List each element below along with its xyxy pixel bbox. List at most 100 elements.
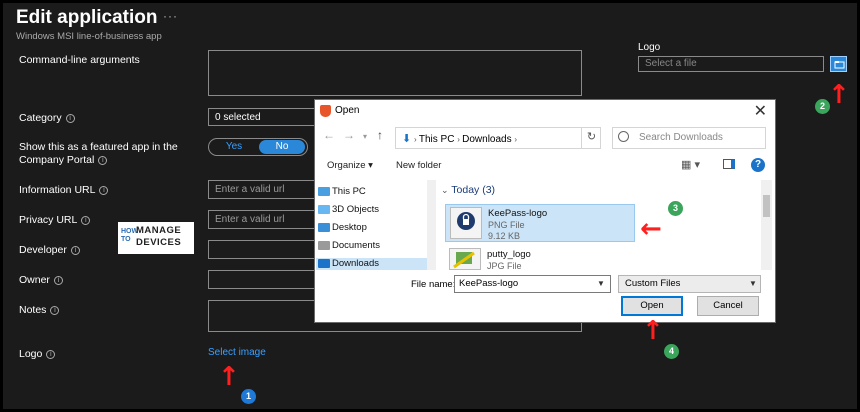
forward-arrow-icon[interactable]: →: [343, 128, 355, 142]
annotation-arrow-up-icon: ↑: [642, 316, 664, 346]
developer-input[interactable]: [208, 240, 318, 259]
up-arrow-icon[interactable]: ↑: [377, 128, 383, 142]
browser-shield-icon: [320, 105, 331, 117]
info-icon: i: [50, 305, 60, 315]
open-file-dialog: Open ✕ ← → ▾ ↑ ⬇ › This PC › Downloads ›…: [314, 99, 776, 323]
back-arrow-icon[interactable]: ←: [323, 128, 335, 142]
view-options-icon[interactable]: ▦ ▾: [681, 158, 700, 171]
keepass-thumbnail-icon: [450, 207, 482, 239]
file-type: JPG File: [487, 261, 522, 271]
download-folder-icon: ⬇: [402, 133, 412, 145]
tree-scrollbar[interactable]: [427, 180, 436, 270]
refresh-icon[interactable]: ↻: [581, 127, 601, 149]
logo-devices-text: DEVICES: [136, 237, 182, 248]
page-subtitle: Windows MSI line-of-business app: [16, 31, 162, 42]
developer-label-text: Developer: [19, 244, 67, 256]
chevron-down-icon[interactable]: ▼: [749, 279, 757, 288]
privacy-url-input[interactable]: Enter a valid url: [208, 210, 318, 229]
info-icon: i: [70, 245, 80, 255]
file-list-scrollbar[interactable]: [761, 180, 772, 270]
scrollbar-thumb[interactable]: [763, 195, 770, 217]
info-icon: i: [53, 275, 63, 285]
file-name-input[interactable]: KeePass-logo: [454, 275, 611, 293]
cancel-button[interactable]: Cancel: [697, 296, 759, 316]
tree-label: This PC: [332, 186, 366, 197]
tree-item-downloads[interactable]: Downloads: [316, 258, 427, 270]
close-icon[interactable]: ✕: [754, 101, 767, 121]
owner-input[interactable]: [208, 270, 318, 289]
organize-menu[interactable]: Organize ▾: [327, 160, 373, 171]
putty-thumbnail-icon: [449, 248, 481, 270]
search-downloads-input[interactable]: Search Downloads: [612, 127, 766, 149]
info-icon: i: [81, 215, 91, 225]
tree-item-desktop[interactable]: Desktop: [318, 222, 367, 233]
breadcrumb-this-pc[interactable]: This PC: [419, 134, 455, 145]
chevron-down-icon: ⌄: [441, 185, 449, 195]
notes-label-text: Notes: [19, 304, 47, 316]
tree-item-3d-objects[interactable]: 3D Objects: [318, 204, 379, 215]
developer-label: Developer i: [19, 244, 80, 257]
cube-icon: [318, 205, 330, 214]
information-url-input[interactable]: Enter a valid url: [208, 180, 318, 199]
tree-item-documents[interactable]: Documents: [318, 240, 381, 251]
step-4-badge: 4: [664, 344, 679, 359]
info-icon: i: [46, 349, 56, 359]
category-label: Category i: [19, 112, 75, 125]
tree-label: Desktop: [332, 222, 367, 233]
owner-label: Owner i: [19, 274, 63, 287]
privacy-url-label: Privacy URL i: [19, 214, 91, 227]
tree-label: 3D Objects: [332, 204, 379, 215]
select-file-input[interactable]: Select a file: [638, 56, 824, 72]
tree-label: Documents: [332, 240, 381, 251]
tree-item-this-pc[interactable]: This PC: [318, 186, 366, 197]
annotation-arrow-left-icon: ←: [640, 214, 662, 244]
computer-icon: [318, 187, 330, 196]
step-1-badge: 1: [241, 389, 256, 404]
information-url-label: Information URL i: [19, 184, 109, 197]
featured-toggle[interactable]: Yes No: [208, 138, 308, 156]
logo-label-text: Logo: [19, 348, 43, 360]
annotation-arrow-up-icon: ↑: [828, 80, 850, 110]
recent-chevron-icon[interactable]: ▾: [363, 132, 367, 141]
breadcrumb-downloads[interactable]: Downloads: [462, 134, 511, 145]
right-logo-label: Logo: [638, 42, 661, 53]
owner-label-text: Owner: [19, 274, 50, 286]
select-image-link[interactable]: Select image: [208, 347, 266, 358]
information-url-label-text: Information URL: [19, 184, 96, 196]
page-title: Edit application: [16, 7, 158, 28]
step-2-badge: 2: [815, 99, 830, 114]
file-type-filter[interactable]: Custom Files: [618, 275, 761, 293]
info-icon: i: [98, 155, 108, 165]
command-line-input[interactable]: [208, 50, 582, 96]
preview-pane-icon[interactable]: [723, 159, 735, 169]
open-button[interactable]: Open: [621, 296, 683, 316]
desktop-icon: [318, 223, 330, 232]
help-icon[interactable]: ?: [751, 158, 765, 172]
address-bar[interactable]: ⬇ › This PC › Downloads ›: [395, 127, 601, 149]
notes-label: Notes i: [19, 304, 60, 317]
info-icon: i: [65, 113, 75, 123]
navigation-tree: This PC 3D Objects Desktop Documents Dow…: [316, 180, 427, 270]
command-line-label: Command-line arguments: [19, 54, 140, 66]
group-header[interactable]: ⌄ Today (3): [441, 184, 495, 196]
file-item-putty-logo[interactable]: putty_logo JPG File: [445, 246, 635, 271]
file-name: KeePass-logo: [488, 208, 548, 219]
browse-folder-button[interactable]: [830, 56, 847, 72]
download-icon: [318, 259, 330, 268]
file-item-keepass-logo[interactable]: KeePass-logo PNG File 9.12 KB: [445, 204, 635, 242]
chevron-down-icon[interactable]: ▼: [597, 279, 605, 288]
toggle-yes[interactable]: Yes: [209, 139, 259, 155]
new-folder-button[interactable]: New folder: [396, 160, 441, 171]
toggle-no[interactable]: No: [259, 140, 305, 154]
privacy-url-label-text: Privacy URL: [19, 214, 78, 226]
category-select[interactable]: 0 selected: [208, 108, 318, 126]
file-size: 9.12 KB: [488, 231, 521, 241]
breadcrumb-sep-icon: ›: [514, 135, 518, 144]
more-options-icon[interactable]: ···: [163, 9, 178, 23]
info-icon: i: [99, 185, 109, 195]
dialog-title: Open: [335, 105, 360, 116]
logo-manage-text: MANAGE: [136, 225, 182, 236]
logo-how-text: HOW TO: [121, 228, 139, 243]
file-name: putty_logo: [487, 249, 531, 260]
annotation-arrow-up-icon: ↑: [218, 362, 240, 392]
